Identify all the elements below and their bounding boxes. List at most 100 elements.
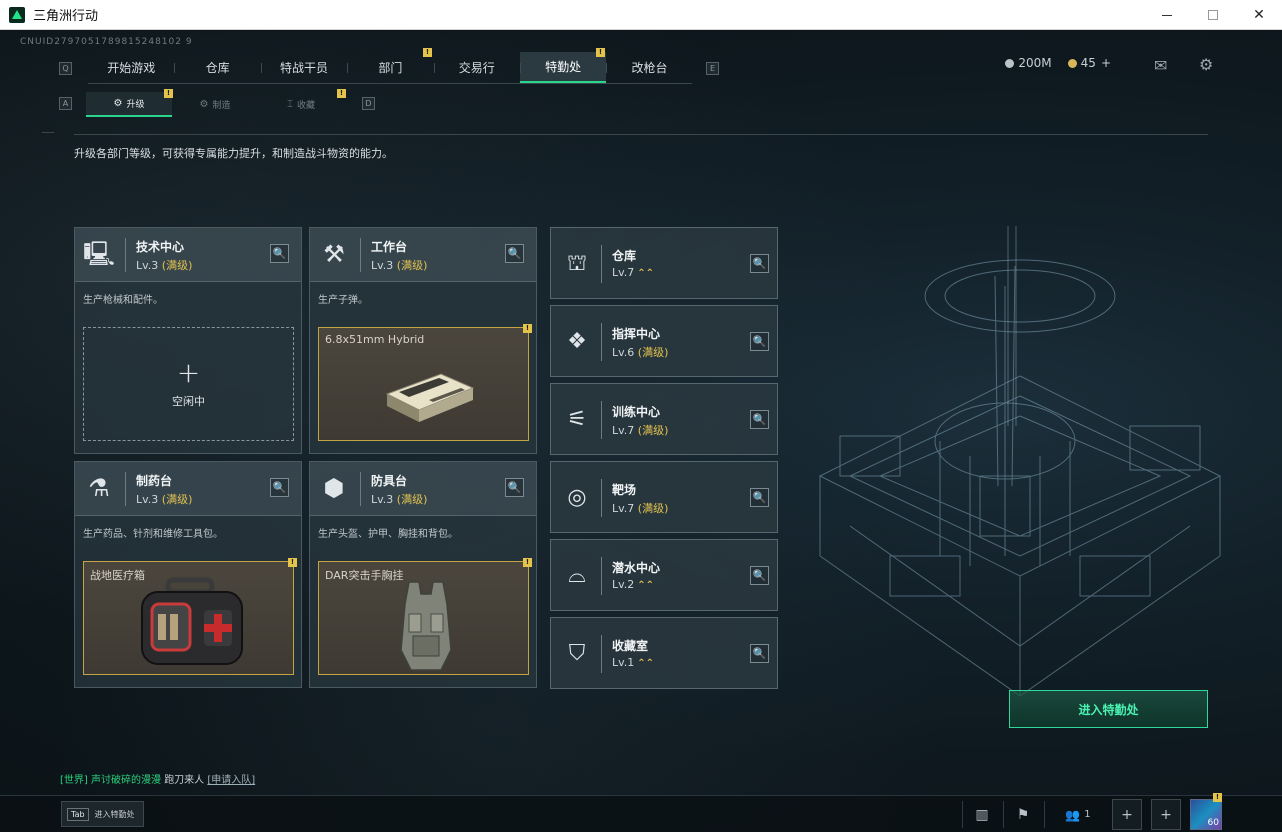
friends-button[interactable]: 👥 1 — [1058, 799, 1098, 830]
search-icon: 🔍 — [507, 481, 522, 494]
tab-operators[interactable]: 特战干员 — [260, 52, 347, 83]
collection-icon: ⌶ — [286, 99, 293, 110]
maximize-button[interactable] — [1190, 0, 1236, 30]
next-subtab-key-hint: D — [362, 97, 375, 110]
inspect-button[interactable]: 🔍 — [750, 332, 769, 351]
add-coins-icon[interactable]: + — [1101, 56, 1111, 70]
inspect-button[interactable]: 🔍 — [750, 488, 769, 507]
card-diving-center[interactable]: ⌓ 潜水中心 Lv.2 ⌃⌃ 🔍 — [550, 539, 778, 611]
crafting-item-slot[interactable]: 6.8x51mm Hybrid ! — [318, 324, 532, 441]
currency-amount: 200M — [1018, 56, 1052, 70]
chat-message: 跑刀来人 — [164, 775, 205, 786]
search-icon: 🔍 — [752, 335, 767, 348]
flag-icon[interactable]: ⚑ — [1008, 799, 1038, 830]
card-tech-center[interactable]: 🖳 技术中心 Lv.3 (满级) 🔍 生产枪械和配件。 + 空闲中 — [74, 227, 302, 454]
subtab-collection[interactable]: ⌶ 收藏 — [258, 92, 344, 117]
settings-gear-icon[interactable]: ⚙ — [1199, 55, 1213, 74]
tab-departments[interactable]: 部门 — [347, 52, 433, 83]
header-separator — [601, 245, 602, 283]
computer-icon: 🖳 — [83, 240, 116, 268]
card-level: Lv.6 (满级) — [612, 344, 668, 360]
join-team-link[interactable]: [申请入队] — [207, 775, 255, 786]
header-separator — [601, 635, 602, 673]
item-name: 6.8x51mm Hybrid — [325, 333, 425, 346]
card-title: 指挥中心 — [612, 327, 661, 341]
inspect-button[interactable]: 🔍 — [505, 244, 524, 263]
coins-display[interactable]: 45 + — [1067, 56, 1111, 70]
card-title: 制药台 — [136, 474, 173, 488]
add-teammate-slot-2[interactable]: + — [1151, 799, 1181, 830]
inspect-button[interactable]: 🔍 — [750, 644, 769, 663]
tab-rail-divider — [88, 83, 692, 84]
minimize-button[interactable] — [1144, 0, 1190, 30]
item-name: 战地医疗箱 — [90, 569, 145, 582]
card-pharmacy[interactable]: ⚗ 制药台 Lv.3 (满级) 🔍 生产药品、针剂和维修工具包。 战地医疗箱 ! — [74, 461, 302, 688]
card-description: 生产子弹。 — [318, 295, 368, 306]
card-workbench[interactable]: ⚒ 工作台 Lv.3 (满级) 🔍 生产子弹。 6.8x51mm Hybrid … — [309, 227, 537, 454]
craft-icon: ⚙ — [199, 99, 209, 110]
tab-trading[interactable]: 交易行 — [433, 52, 520, 83]
medkit-icon — [141, 577, 243, 665]
card-header: ⬢ 防具台 Lv.3 (满级) 🔍 — [310, 462, 536, 516]
inspect-button[interactable]: 🔍 — [270, 478, 289, 497]
search-icon: 🔍 — [752, 491, 767, 504]
card-shooting-range[interactable]: ◎ 靶场 Lv.7 (满级) 🔍 — [550, 461, 778, 533]
card-header: 🖳 技术中心 Lv.3 (满级) 🔍 — [75, 228, 301, 282]
add-teammate-slot-1[interactable]: + — [1112, 799, 1142, 830]
tab-start-game[interactable]: 开始游戏 — [88, 52, 174, 83]
header-divider — [74, 134, 1208, 135]
card-title: 潜水中心 — [612, 561, 661, 575]
tab-gunsmith[interactable]: 改枪台 — [606, 52, 692, 83]
level-value: Lv.3 — [136, 259, 159, 272]
card-title: 靶场 — [612, 483, 637, 497]
inspect-button[interactable]: 🔍 — [750, 254, 769, 273]
subtab-craft[interactable]: ⚙ 制造 — [172, 92, 258, 117]
avatar-level: 60 — [1207, 818, 1219, 828]
max-level-label: (满级) — [637, 346, 669, 359]
tab-warehouse[interactable]: 仓库 — [174, 52, 260, 83]
command-center-icon: ❖ — [567, 329, 587, 354]
idle-production-slot[interactable]: + 空闲中 — [83, 327, 294, 441]
header-separator — [125, 238, 126, 272]
search-icon: 🔍 — [272, 481, 287, 494]
prev-tab-key-hint: Q — [59, 62, 72, 75]
maximize-icon — [1208, 10, 1218, 20]
card-level: Lv.3 (满级) — [371, 491, 427, 507]
tab-shortcut-button[interactable]: Tab 进入特勤处 — [61, 801, 144, 827]
card-collection-room[interactable]: ⛉ 收藏室 Lv.1 ⌃⌃ 🔍 — [550, 617, 778, 689]
crafting-item-slot[interactable]: DAR突击手胸挂 ! — [318, 558, 532, 675]
collection-room-icon: ⛉ — [568, 641, 586, 666]
bottom-bar: Tab 进入特勤处 ▥ ⚑ 👥 1 + + 60 ! — [0, 793, 1282, 832]
tab-special-ops[interactable]: 特勤处 — [519, 52, 607, 83]
player-avatar[interactable]: 60 — [1190, 799, 1222, 830]
inspect-button[interactable]: 🔍 — [270, 244, 289, 263]
close-button[interactable]: ✕ — [1236, 0, 1282, 30]
inspect-button[interactable]: 🔍 — [505, 478, 524, 497]
level-value: Lv.2 — [612, 578, 635, 591]
crafting-item-slot[interactable]: 战地医疗箱 ! — [83, 558, 297, 675]
diving-mask-icon: ⌓ — [568, 563, 586, 588]
chat-sender[interactable]: 声讨破碎的漫漫 — [91, 775, 161, 786]
sub-tab-bar: ⚙ 升级 ⚙ 制造 ⌶ 收藏 — [86, 92, 344, 117]
enter-special-ops-button[interactable]: 进入特勤处 — [1009, 690, 1208, 728]
stats-chart-icon[interactable]: ▥ — [967, 799, 997, 830]
subtab-upgrade[interactable]: ⚙ 升级 — [86, 92, 172, 117]
next-tab-key-hint: E — [706, 62, 719, 75]
upgrade-available-icon: ⌃⌃ — [637, 658, 655, 669]
inspect-button[interactable]: 🔍 — [750, 410, 769, 429]
card-warehouse[interactable]: ⛫ 仓库 Lv.7 ⌃⌃ 🔍 — [550, 227, 778, 299]
bottom-separator — [1003, 801, 1004, 828]
card-armor-bench[interactable]: ⬢ 防具台 Lv.3 (满级) 🔍 生产头盔、护甲、胸挂和背包。 DAR突击手胸… — [309, 461, 537, 688]
inspect-button[interactable]: 🔍 — [750, 566, 769, 585]
card-training-center[interactable]: ⚟ 训练中心 Lv.7 (满级) 🔍 — [550, 383, 778, 455]
mail-icon[interactable]: ✉ — [1154, 56, 1167, 75]
subtab-craft-label: 制造 — [212, 101, 231, 111]
card-command-center[interactable]: ❖ 指挥中心 Lv.6 (满级) 🔍 — [550, 305, 778, 377]
search-icon: 🔍 — [752, 647, 767, 660]
page-description: 升级各部门等级，可获得专属能力提升，和制造战斗物资的能力。 — [74, 147, 393, 160]
level-value: Lv.3 — [371, 493, 394, 506]
upgrade-alert-badge: ! — [164, 89, 173, 98]
card-level: Lv.7 (满级) — [612, 500, 668, 516]
level-value: Lv.6 — [612, 346, 635, 359]
level-value: Lv.1 — [612, 656, 635, 669]
